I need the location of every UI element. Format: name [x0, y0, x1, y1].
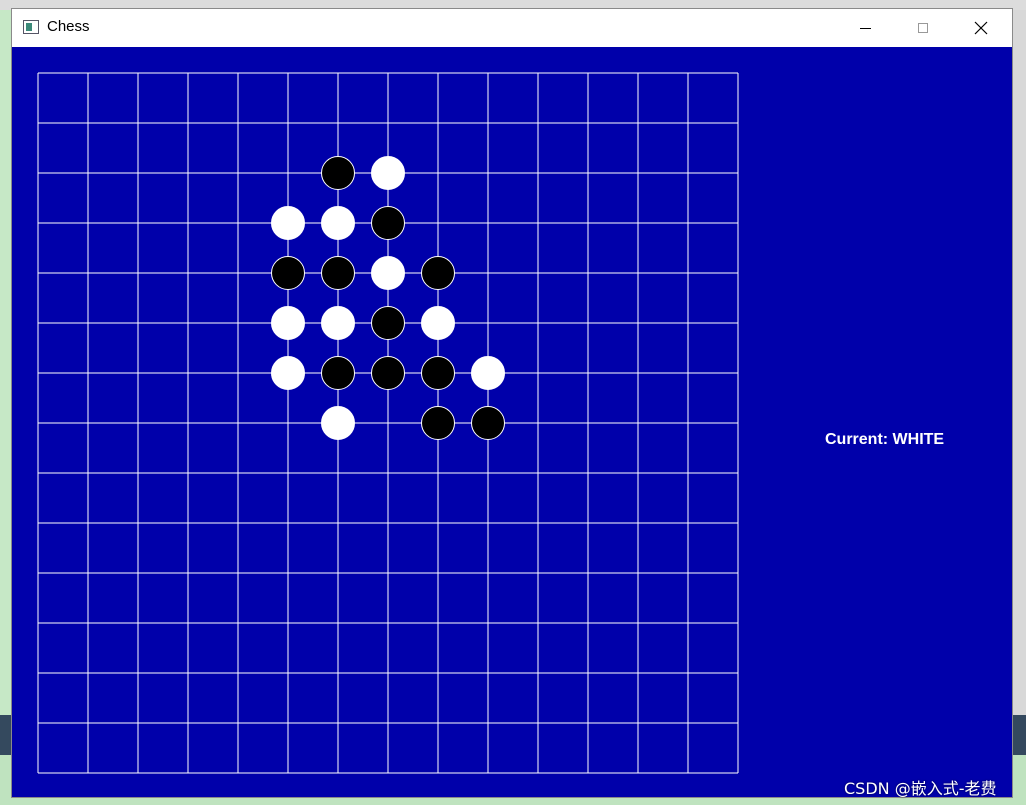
minimize-button[interactable]	[836, 9, 894, 47]
game-client-area: Current: WHITE	[12, 47, 1012, 797]
white-stone	[271, 306, 305, 340]
black-stone	[271, 256, 305, 290]
chess-window: Chess Current: WHITE	[12, 9, 1012, 797]
window-title: Chess	[47, 18, 90, 35]
white-stone	[371, 256, 405, 290]
white-stone	[371, 156, 405, 190]
black-stone	[421, 406, 455, 440]
black-stone	[371, 356, 405, 390]
black-stone	[371, 206, 405, 240]
watermark-text: CSDN @嵌入式-老费	[844, 779, 997, 798]
white-stone	[421, 306, 455, 340]
white-stone	[321, 206, 355, 240]
close-icon	[974, 21, 988, 35]
current-player-status: Current: WHITE	[825, 431, 945, 448]
white-stone	[471, 356, 505, 390]
minimize-icon	[859, 27, 871, 29]
background-window-left-edge	[0, 10, 12, 805]
title-bar[interactable]: Chess	[12, 9, 1012, 47]
black-stone	[471, 406, 505, 440]
black-stone	[321, 356, 355, 390]
white-stone	[271, 206, 305, 240]
maximize-button[interactable]	[894, 9, 952, 47]
black-stone	[321, 256, 355, 290]
black-stone	[371, 306, 405, 340]
gomoku-board[interactable]	[12, 47, 1012, 797]
white-stone	[271, 356, 305, 390]
white-stone	[321, 406, 355, 440]
close-button[interactable]	[952, 9, 1010, 47]
black-stone	[421, 356, 455, 390]
white-stone	[321, 306, 355, 340]
black-stone	[421, 256, 455, 290]
maximize-icon	[918, 23, 928, 33]
background-window-right-edge	[1012, 10, 1026, 805]
black-stone	[321, 156, 355, 190]
app-window-icon	[23, 20, 39, 34]
